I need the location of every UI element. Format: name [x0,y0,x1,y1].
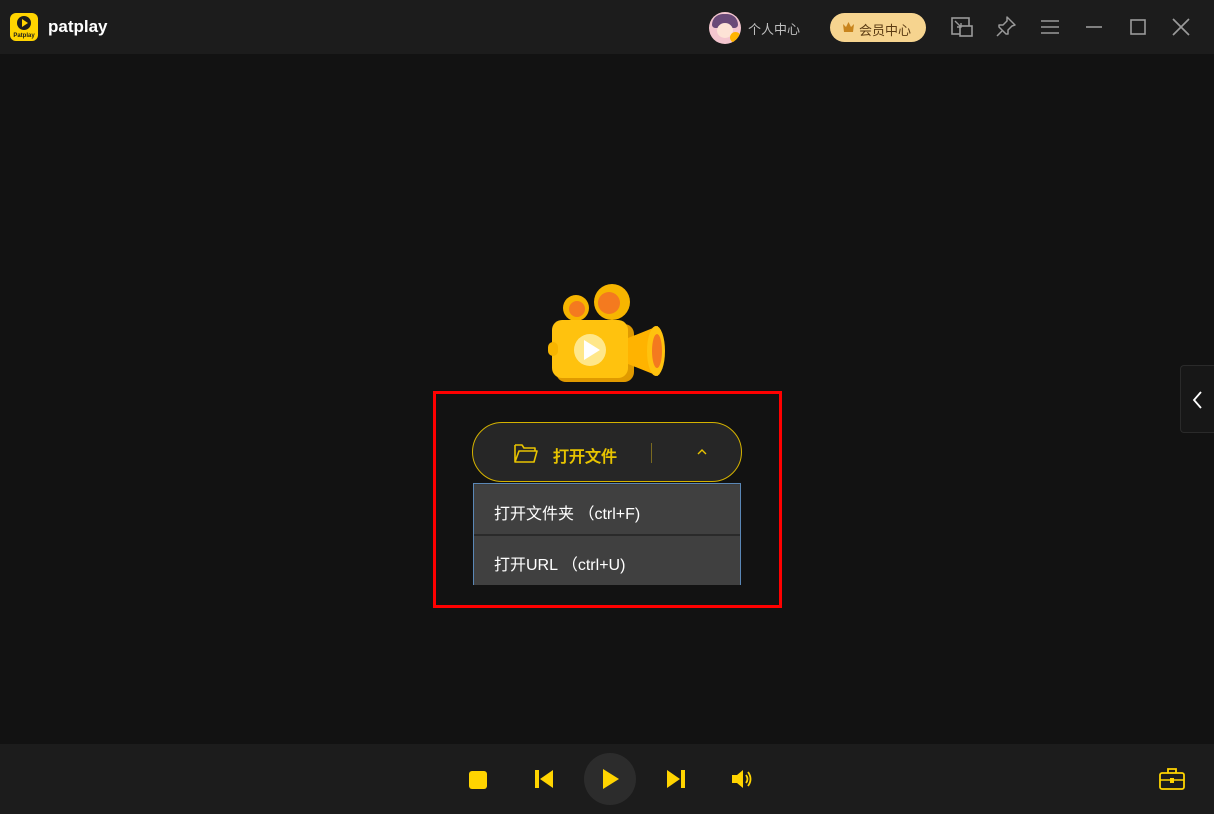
open-file-label: 打开文件 [553,449,618,466]
pin-icon[interactable] [993,14,1019,40]
menu-item-open-url[interactable]: 打开URL （ctrl+U) [474,536,740,585]
control-bar [0,744,1214,814]
maximize-icon[interactable] [1125,14,1151,40]
logo-text: Patplay [13,33,35,39]
toolbox-button[interactable] [1158,766,1186,792]
skip-next-icon [667,770,685,788]
app-logo: Patplay [10,13,38,41]
minimize-icon[interactable] [1081,14,1107,40]
vip-center-label: 会员中心 [859,23,912,38]
folder-icon [514,444,538,463]
video-camera-icon [548,284,665,382]
close-icon[interactable] [1168,14,1194,40]
open-dropdown-menu: 打开文件夹 （ctrl+F) 打开URL （ctrl+U) [473,483,741,585]
stop-button[interactable] [468,770,488,790]
mini-mode-icon[interactable] [949,14,975,40]
menu-item-open-folder[interactable]: 打开文件夹 （ctrl+F) [474,485,740,534]
user-center-link[interactable]: 个人中心 [748,19,800,38]
play-icon [603,769,619,789]
next-button[interactable] [665,768,687,790]
open-file-button[interactable]: 打开文件 [472,422,742,482]
stop-icon [469,771,487,789]
vip-center-button[interactable]: 会员中心 [830,13,926,42]
menu-item-label: 打开文件夹 （ctrl+F) [494,506,641,523]
volume-button[interactable] [730,767,754,791]
title-bar: Patplay patplay 个人中心 会员中心 [0,0,1214,54]
chevron-left-icon [1192,391,1202,409]
skip-previous-icon [535,770,553,788]
crown-icon [843,22,854,32]
avatar[interactable] [709,12,741,44]
menu-icon[interactable] [1037,14,1063,40]
play-button[interactable] [584,753,636,805]
volume-icon [732,770,752,788]
menu-item-label: 打开URL （ctrl+U) [494,557,626,574]
chevron-up-icon[interactable] [695,447,709,457]
button-divider [651,443,652,463]
previous-button[interactable] [533,768,555,790]
vip-badge-icon [730,32,741,43]
toolbox-icon [1159,768,1185,790]
logo-play-icon [17,16,31,30]
app-window: Patplay patplay 个人中心 会员中心 打开文件 打开文件夹 （ct… [0,0,1214,814]
playlist-toggle[interactable] [1180,365,1214,433]
app-name: patplay [48,17,108,36]
